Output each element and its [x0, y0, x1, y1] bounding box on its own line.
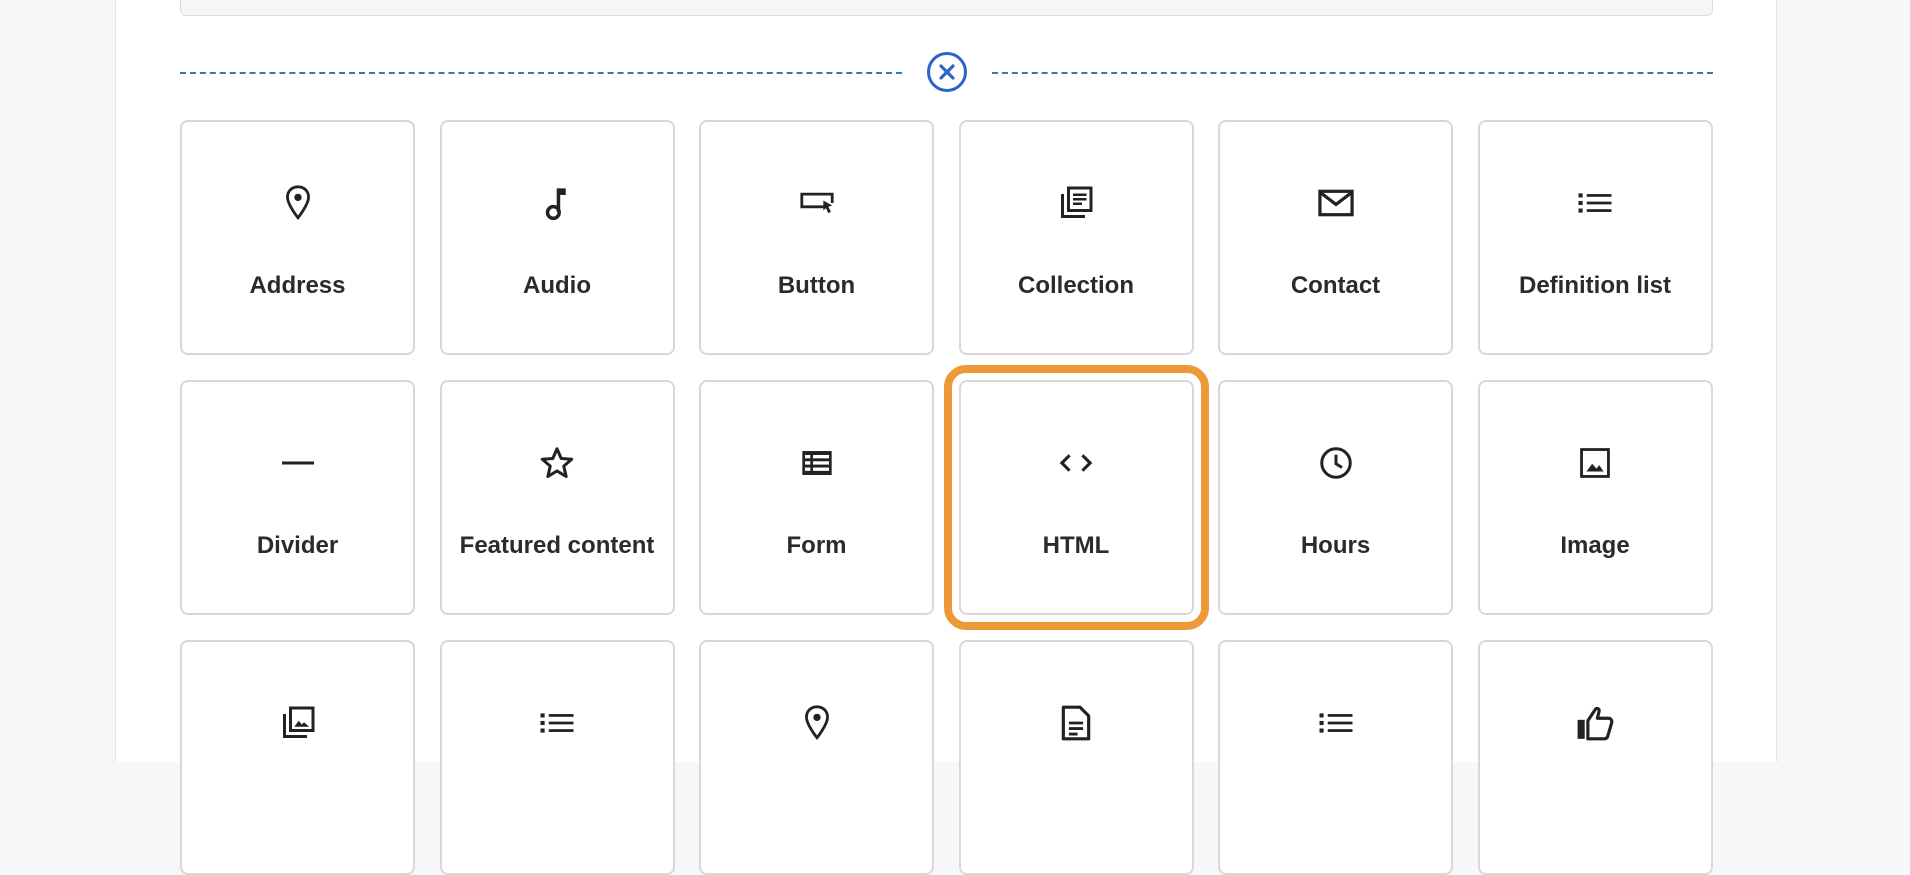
block-tile-button[interactable]: Button [699, 120, 934, 355]
block-tile-label: Hours [1300, 532, 1371, 559]
block-tile-contact[interactable]: Contact [1218, 120, 1453, 355]
block-tile-label: Contact [1290, 272, 1381, 299]
map-pin-icon [798, 704, 836, 742]
block-tile-label: Audio [523, 272, 591, 299]
block-tile-audio[interactable]: Audio [439, 120, 675, 355]
close-block-picker-button[interactable] [927, 52, 967, 92]
block-tile-html[interactable]: HTML [943, 365, 1209, 630]
block-tile-label: Featured content [459, 532, 655, 559]
gallery-icon [279, 704, 317, 742]
list-icon [538, 704, 576, 742]
block-tile-label: Collection [1017, 272, 1134, 299]
collection-icon [1057, 184, 1095, 222]
insert-divider-left [180, 72, 902, 74]
block-tile-label: Address [249, 272, 346, 299]
block-tile-label: HTML [1042, 532, 1110, 559]
block-tile-document[interactable] [958, 640, 1194, 875]
thumbs-up-icon [1576, 704, 1614, 742]
block-tile-collection[interactable]: Collection [958, 120, 1194, 355]
block-tile-definition-list[interactable]: Definition list [1477, 120, 1713, 355]
insert-divider-right [992, 72, 1713, 74]
previous-block-container [180, 0, 1713, 16]
block-tile-hours[interactable]: Hours [1218, 380, 1453, 615]
block-tile-label: Form [786, 532, 847, 559]
music-note-icon [538, 184, 576, 222]
block-tile-address[interactable]: Address [180, 120, 415, 355]
block-tile-list[interactable] [439, 640, 675, 875]
block-tile-list-2[interactable] [1218, 640, 1453, 875]
image-icon [1576, 444, 1614, 482]
block-tile-label: Image [1560, 532, 1630, 559]
list-icon [1576, 184, 1614, 222]
block-tile-divider[interactable]: Divider [180, 380, 415, 615]
block-tile-testimonial[interactable] [1477, 640, 1713, 875]
block-tile-label: Button [777, 272, 856, 299]
block-tile-gallery[interactable] [180, 640, 415, 875]
horizontal-line-icon [279, 444, 317, 482]
block-tile-label: Definition list [1519, 272, 1671, 299]
form-icon [798, 444, 836, 482]
map-pin-icon [279, 184, 317, 222]
button-click-icon [798, 184, 836, 222]
block-tile-label: Divider [256, 532, 339, 559]
block-tile-featured-content[interactable]: Featured content [439, 380, 675, 615]
block-tile-image[interactable]: Image [1477, 380, 1713, 615]
content-panel: Address Audio Button Collection Contact [115, 0, 1777, 875]
block-tile-location[interactable] [699, 640, 934, 875]
close-icon [936, 61, 958, 83]
code-icon [1057, 444, 1095, 482]
list-icon [1317, 704, 1355, 742]
clock-icon [1317, 444, 1355, 482]
document-icon [1057, 704, 1095, 742]
mail-icon [1317, 184, 1355, 222]
block-tile-form[interactable]: Form [699, 380, 934, 615]
star-icon [538, 444, 576, 482]
